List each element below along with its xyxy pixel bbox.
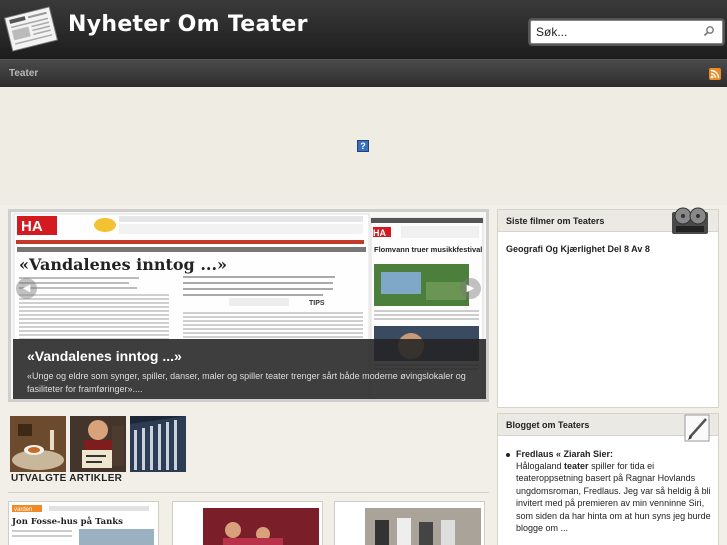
films-widget-header: Siste filmer om Teaters: [498, 207, 718, 234]
film-reel-icon: [672, 207, 708, 234]
article-card[interactable]: [172, 501, 323, 545]
blog-widget-title: Blogget om Teaters: [506, 420, 590, 430]
blog-text-pre: Hålogaland: [516, 461, 565, 471]
blog-widget-header: Blogget om Teaters: [498, 414, 718, 442]
newspaper-headline: «Vandalenes inntog ...»: [19, 255, 227, 274]
newspaper-masthead: HA: [21, 218, 43, 235]
newspaper-tips: TIPS: [309, 300, 325, 307]
newspaper-logo-icon[interactable]: [4, 6, 58, 52]
list-bullet: [506, 453, 510, 457]
search-box[interactable]: [530, 20, 723, 44]
blog-text-post: spiller for tida ei teateroppsetning bas…: [516, 461, 711, 534]
thumbnail-building[interactable]: [130, 416, 186, 472]
slide-caption: «Vandalenes inntog ...» «Unge og eldre s…: [13, 339, 486, 399]
thumbnail-protest-sign[interactable]: [70, 416, 126, 472]
thumbnail-dinner[interactable]: [10, 416, 66, 472]
article-card-image: [173, 502, 322, 545]
search-icon[interactable]: [703, 25, 715, 37]
slide-description: «Unge og eldre som synger, spiller, dans…: [27, 371, 466, 394]
pencil-icon: [684, 414, 710, 442]
rss-icon[interactable]: [709, 68, 721, 80]
slide-title[interactable]: «Vandalenes inntog ...»: [27, 348, 182, 364]
featured-slider[interactable]: HA «Vandalenes inntog ...» TIPS HA Flomv…: [8, 209, 489, 402]
chevron-right-icon[interactable]: ▶: [460, 278, 481, 299]
divider: [8, 492, 489, 493]
site-header: Nyheter Om Teater: [0, 0, 727, 59]
side-masthead: HA: [373, 228, 386, 238]
films-widget-title: Siste filmer om Teaters: [506, 216, 605, 226]
blog-entry-text: Hålogaland teater spiller for tida ei te…: [516, 460, 712, 534]
article-card-image: [335, 502, 484, 545]
film-link[interactable]: Geografi Og Kjærlighet Del 8 Av 8: [506, 244, 650, 254]
card-headline: Jon Fosse-hus på Tanks: [11, 515, 123, 527]
search-input[interactable]: [536, 24, 696, 40]
side-headline: Flomvann truer musikkfestival: [374, 245, 482, 254]
nav-bar: Teater: [0, 59, 727, 87]
chevron-left-icon[interactable]: ◀: [16, 278, 37, 299]
films-widget: Siste filmer om Teaters Geografi Og Kjær…: [497, 207, 719, 408]
article-card[interactable]: [334, 501, 485, 545]
missing-plugin-icon[interactable]: ?: [357, 140, 369, 152]
site-title[interactable]: Nyheter Om Teater: [68, 12, 308, 37]
nav-item-teater[interactable]: Teater: [9, 68, 38, 79]
article-card[interactable]: varden Jon Fosse-hus på Tanks: [8, 501, 159, 545]
blog-widget: Blogget om Teaters Fredlaus « Ziarah Sie…: [497, 413, 719, 545]
featured-articles-heading: UTVALGTE ARTIKLER: [11, 473, 123, 484]
article-card-image: varden Jon Fosse-hus på Tanks: [9, 502, 158, 545]
blog-entry-title[interactable]: Fredlaus « Ziarah Sier:: [516, 449, 613, 459]
blog-text-keyword: teater: [564, 461, 589, 471]
card-paper-name: varden: [14, 507, 32, 513]
